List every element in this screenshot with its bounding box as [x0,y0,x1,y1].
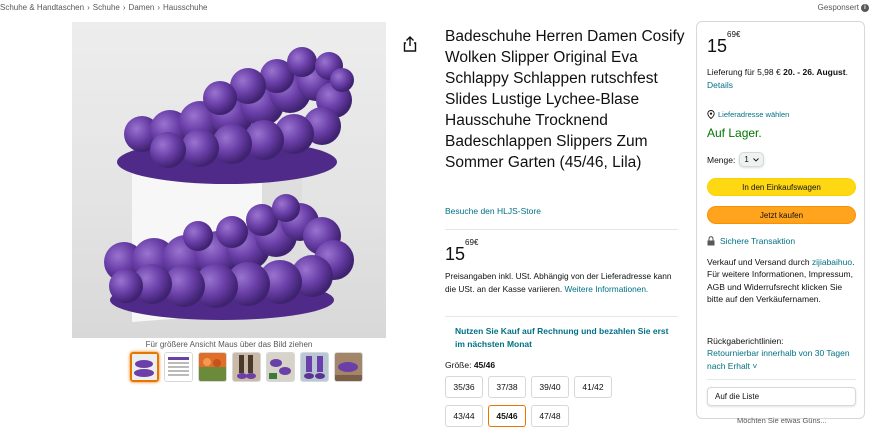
price-whole: 15 [445,244,466,264]
delivery-prefix: Lieferung für 5,98 € [707,67,781,77]
location-text: Lieferadresse wählen [718,110,790,119]
sold-prefix: Verkauf und Versand durch [707,257,810,267]
seller-info: Verkauf und Versand durch zijiabaihuo. F… [707,256,857,305]
buybox-price-currency: € [735,30,741,39]
size-option[interactable]: 41/42 [574,376,612,398]
breadcrumb: Schuhe & Handtaschen › Schuhe › Damen › Haussc… [0,3,208,12]
product-title: Badeschuhe Herren Damen Cosify Wolken Sl… [445,28,685,171]
slipper-image [104,47,354,322]
cut-off-text: Möchten Sie etwas Güns... [737,416,827,425]
divider [445,229,678,230]
delivery-details-link[interactable]: Details [707,80,733,90]
add-to-cart-button[interactable]: In den Einkaufswagen [707,178,856,196]
returns-info: Rückgaberichtlinien: Retournierbar inner… [707,335,857,372]
store-link[interactable]: Besuche den HLJS-Store [445,206,541,216]
thumbnail[interactable] [232,352,261,382]
chevron-down-icon: ˅ [752,360,758,371]
divider [707,379,856,380]
buy-now-button[interactable]: Jetzt kaufen [707,206,856,224]
price-note: Preisangaben inkl. USt. Abhängig von der… [445,270,677,295]
price-fraction: 69 [465,238,474,247]
returns-label: Rückgaberichtlinien: [707,336,784,346]
share-icon[interactable] [403,36,417,52]
size-option[interactable]: 37/38 [488,376,526,398]
size-option[interactable]: 47/48 [531,405,569,427]
size-option-selected[interactable]: 45/46 [488,405,526,427]
secure-transaction-link[interactable]: Sichere Transaktion [707,236,795,246]
thumbnail[interactable] [198,352,227,382]
size-options: 35/36 37/38 39/40 41/42 43/44 45/46 47/4… [445,376,645,427]
delivery-dates: 20. - 26. August [783,67,846,77]
product-price: 1569€ [445,238,478,265]
breadcrumb-separator: › [157,3,161,12]
seller-link[interactable]: zijiabaihuo [812,257,852,267]
breadcrumb-item[interactable]: Schuhe [93,3,120,12]
buy-box: 1569€ Lieferung für 5,98 € 20. - 26. Aug… [696,21,865,425]
lock-icon [707,236,715,246]
breadcrumb-separator: › [122,3,126,12]
size-label-text: Größe: [445,360,472,370]
thumbnail[interactable] [130,352,159,382]
location-link[interactable]: Lieferadresse wählen [707,110,789,119]
info-icon[interactable]: i [861,3,869,12]
divider [445,316,678,317]
thumbnail-strip [130,352,363,382]
more-info-link[interactable]: Weitere Informationen. [564,284,648,294]
breadcrumb-separator: › [87,3,90,12]
invoice-promo-link[interactable]: Nutzen Sie Kauf auf Rechnung und bezahle… [455,325,680,350]
size-option[interactable]: 39/40 [531,376,569,398]
image-hover-hint: Für größere Ansicht Maus über das Bild z… [145,340,313,349]
size-option[interactable]: 43/44 [445,405,483,427]
location-pin-icon [707,110,715,119]
breadcrumb-item[interactable]: Hausschuhe [163,3,207,12]
price-currency: € [473,238,479,247]
returns-link-text: Retournierbar innerhalb von 30 Tagen nac… [707,348,850,371]
thumbnail[interactable] [266,352,295,382]
breadcrumb-item[interactable]: Damen [129,3,155,12]
size-selected-value: 45/46 [473,360,496,370]
main-product-image[interactable] [72,22,386,338]
chevron-down-icon [752,157,759,162]
add-to-list-button[interactable]: Auf die Liste [707,387,856,406]
quantity-select[interactable]: 1 [739,152,764,167]
sponsored-text: Gesponsert [817,3,859,12]
sponsored-label[interactable]: Gesponsert i [818,3,869,12]
stock-status: Auf Lager. [707,126,762,140]
size-option[interactable]: 35/36 [445,376,483,398]
size-label: Größe: 45/46 [445,360,495,370]
buybox-price: 1569€ [707,30,740,57]
returns-link[interactable]: Retournierbar innerhalb von 30 Tagen nac… [707,348,850,370]
delivery-info: Lieferung für 5,98 € 20. - 26. August. D… [707,67,848,90]
thumbnail[interactable] [334,352,363,382]
secure-transaction-text: Sichere Transaktion [720,236,796,246]
quantity-label: Menge: [707,154,736,165]
buybox-price-whole: 15 [707,36,728,56]
quantity-row: Menge: 1 [707,152,764,167]
thumbnail[interactable] [300,352,329,382]
buybox-price-fraction: 69 [727,30,736,39]
thumbnail[interactable] [164,352,193,382]
quantity-value: 1 [744,155,749,164]
breadcrumb-item[interactable]: Schuhe & Handtaschen [0,3,84,12]
